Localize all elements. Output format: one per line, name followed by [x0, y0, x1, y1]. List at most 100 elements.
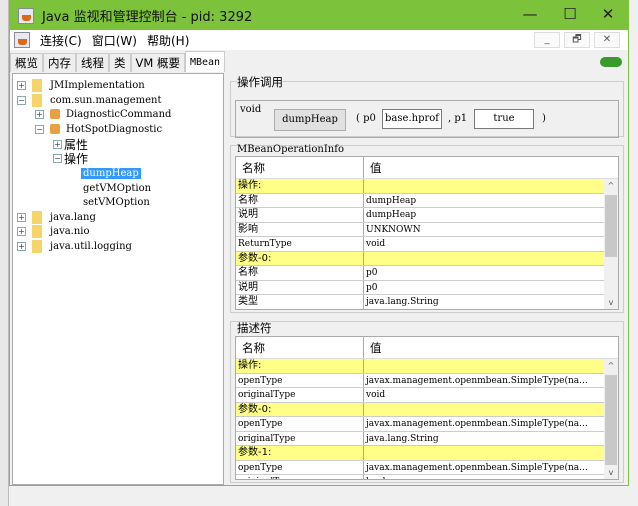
- tree-node[interactable]: setVMOption: [83, 195, 150, 209]
- cell-value: boolean: [364, 475, 605, 479]
- column-header-value[interactable]: 值: [364, 337, 382, 358]
- cell-value: dumpHeap: [366, 195, 417, 206]
- menu-help[interactable]: 帮助(H): [147, 32, 189, 49]
- table-row[interactable]: 类型 java.lang.String: [236, 295, 618, 309]
- mdi-restore-button[interactable]: 🗗: [564, 32, 590, 48]
- scroll-thumb[interactable]: [605, 195, 617, 257]
- scroll-down-icon[interactable]: v: [604, 298, 618, 307]
- mdi-close-button[interactable]: ✕: [594, 32, 620, 48]
- table-row[interactable]: 名称 p0: [236, 266, 618, 281]
- expand-icon[interactable]: +: [17, 80, 26, 90]
- cell-value: [364, 446, 605, 460]
- tab-bar: 概览 内存 线程 类 VM 概要 MBean: [10, 51, 226, 72]
- cell-name: originalType: [236, 431, 364, 445]
- invoke-dumpheap-button[interactable]: dumpHeap: [274, 109, 346, 131]
- p0-input[interactable]: base.hprof: [382, 109, 442, 129]
- param-label: , p1: [448, 113, 468, 124]
- cell-value: javax.management.openmbean.SimpleType(na…: [366, 419, 588, 429]
- tree-node[interactable]: + java.lang: [17, 210, 96, 224]
- table-row[interactable]: 说明 dumpHeap: [236, 208, 618, 223]
- table-row[interactable]: openType javax.management.openmbean.Simpl…: [236, 373, 618, 388]
- collapse-icon[interactable]: −: [35, 124, 44, 134]
- table-row[interactable]: 操作:: [236, 179, 618, 194]
- opinfo-group: MBeanOperationInfo 名称值 操作: 名称 dumpHeap 说明 du…: [230, 144, 624, 313]
- tree-node[interactable]: + JMImplementation: [17, 78, 145, 92]
- expand-icon[interactable]: +: [35, 109, 44, 119]
- mbean-icon: [50, 109, 60, 119]
- column-header-name[interactable]: 名称: [236, 157, 364, 178]
- close-button[interactable]: ✕: [588, 5, 628, 23]
- window-title: Java 监视和管理控制台 - pid: 3292: [42, 10, 253, 25]
- expand-icon[interactable]: +: [53, 139, 62, 149]
- table-row[interactable]: 操作:: [236, 359, 618, 374]
- folder-icon: [32, 224, 42, 238]
- scroll-down-icon[interactable]: v: [604, 468, 618, 477]
- group-title: MBeanOperationInfo: [237, 144, 344, 155]
- invoke-row: void dumpHeap ( p0 base.hprof , p1 true …: [235, 100, 619, 138]
- tree-node-label: DiagnosticCommand: [66, 108, 172, 120]
- cell-name: originalType: [236, 475, 364, 479]
- cell-name: originalType: [236, 388, 364, 402]
- table-row[interactable]: 说明 p0: [236, 280, 618, 295]
- minimize-button[interactable]: —: [510, 5, 550, 23]
- tree-node[interactable]: + java.util.logging: [17, 239, 132, 253]
- tree-node[interactable]: getVMOption: [83, 181, 151, 195]
- table-row[interactable]: originalType java.lang.String: [236, 431, 618, 446]
- expand-icon[interactable]: +: [17, 226, 26, 236]
- collapse-icon[interactable]: −: [17, 95, 26, 105]
- tree-node-label: JMImplementation: [50, 79, 145, 91]
- tree-node-label: java.nio: [50, 225, 90, 237]
- param-label: ( p0: [356, 113, 376, 124]
- cell-value: void: [366, 239, 386, 249]
- table-row[interactable]: 参数-0:: [236, 251, 618, 266]
- tree-node-label: java.util.logging: [50, 240, 132, 252]
- table-row[interactable]: 名称 dumpHeap: [236, 193, 618, 208]
- scrollbar[interactable]: ^ v: [604, 179, 618, 309]
- scrollbar[interactable]: ^ v: [604, 359, 618, 479]
- folder-icon: [32, 93, 42, 107]
- menu-bar: 连接(C) 窗口(W) 帮助(H) _ 🗗 ✕: [10, 30, 628, 50]
- cell-name: 操作:: [236, 359, 364, 373]
- tree-node[interactable]: + DiagnosticCommand: [35, 107, 171, 121]
- background-window-edge: [0, 0, 9, 506]
- expand-icon[interactable]: +: [17, 212, 26, 222]
- table-row[interactable]: originalTypeboolean: [236, 475, 618, 479]
- maximize-button[interactable]: ☐: [550, 5, 590, 23]
- tab-overview[interactable]: 概览: [10, 53, 43, 72]
- tab-classes[interactable]: 类: [109, 53, 131, 72]
- collapse-icon[interactable]: −: [53, 153, 62, 163]
- scroll-thumb[interactable]: [605, 375, 617, 465]
- menu-connect[interactable]: 连接(C): [40, 32, 82, 49]
- connection-status-icon: [600, 57, 622, 67]
- table-row[interactable]: 影响 UNKNOWN: [236, 222, 618, 237]
- tab-mbean[interactable]: MBean: [184, 51, 226, 72]
- cell-value: [364, 179, 605, 193]
- tab-vm-summary[interactable]: VM 概要: [130, 53, 185, 72]
- java-icon: [14, 32, 30, 48]
- table-row[interactable]: originalType void: [236, 388, 618, 403]
- table-row[interactable]: ReturnType void: [236, 237, 618, 252]
- tab-memory[interactable]: 内存: [43, 53, 76, 72]
- cell-value: javax.management.openmbean.SimpleType(na…: [366, 375, 588, 386]
- scroll-up-icon[interactable]: ^: [604, 181, 618, 190]
- table-row[interactable]: 参数-0:: [236, 402, 618, 417]
- table-row[interactable]: openType javax.management.openmbean.Simpl…: [236, 417, 618, 432]
- p1-input[interactable]: true: [474, 109, 534, 129]
- column-header-name[interactable]: 名称: [236, 337, 364, 358]
- table-row[interactable]: 参数-1:: [236, 446, 618, 461]
- tab-threads[interactable]: 线程: [76, 53, 109, 72]
- menu-window[interactable]: 窗口(W): [92, 32, 137, 49]
- mdi-minimize-button[interactable]: _: [534, 32, 560, 48]
- tree-node[interactable]: − com.sun.management: [17, 93, 162, 107]
- tree-node[interactable]: − 操作: [53, 151, 88, 166]
- opinfo-table: 名称值 操作: 名称 dumpHeap 说明 dumpHeap 影响 UNKNOWN Retu…: [235, 156, 619, 310]
- tree-node[interactable]: + java.nio: [17, 224, 90, 238]
- folder-icon: [32, 210, 42, 224]
- tree-node-selected[interactable]: dumpHeap: [81, 166, 141, 180]
- column-header-value[interactable]: 值: [364, 157, 382, 178]
- scroll-up-icon[interactable]: ^: [604, 361, 618, 370]
- tree-node-label: java.lang: [50, 211, 96, 223]
- expand-icon[interactable]: +: [17, 241, 26, 251]
- tree-node[interactable]: − HotSpotDiagnostic: [35, 122, 162, 136]
- table-row[interactable]: openType javax.management.openmbean.Simpl…: [236, 460, 618, 475]
